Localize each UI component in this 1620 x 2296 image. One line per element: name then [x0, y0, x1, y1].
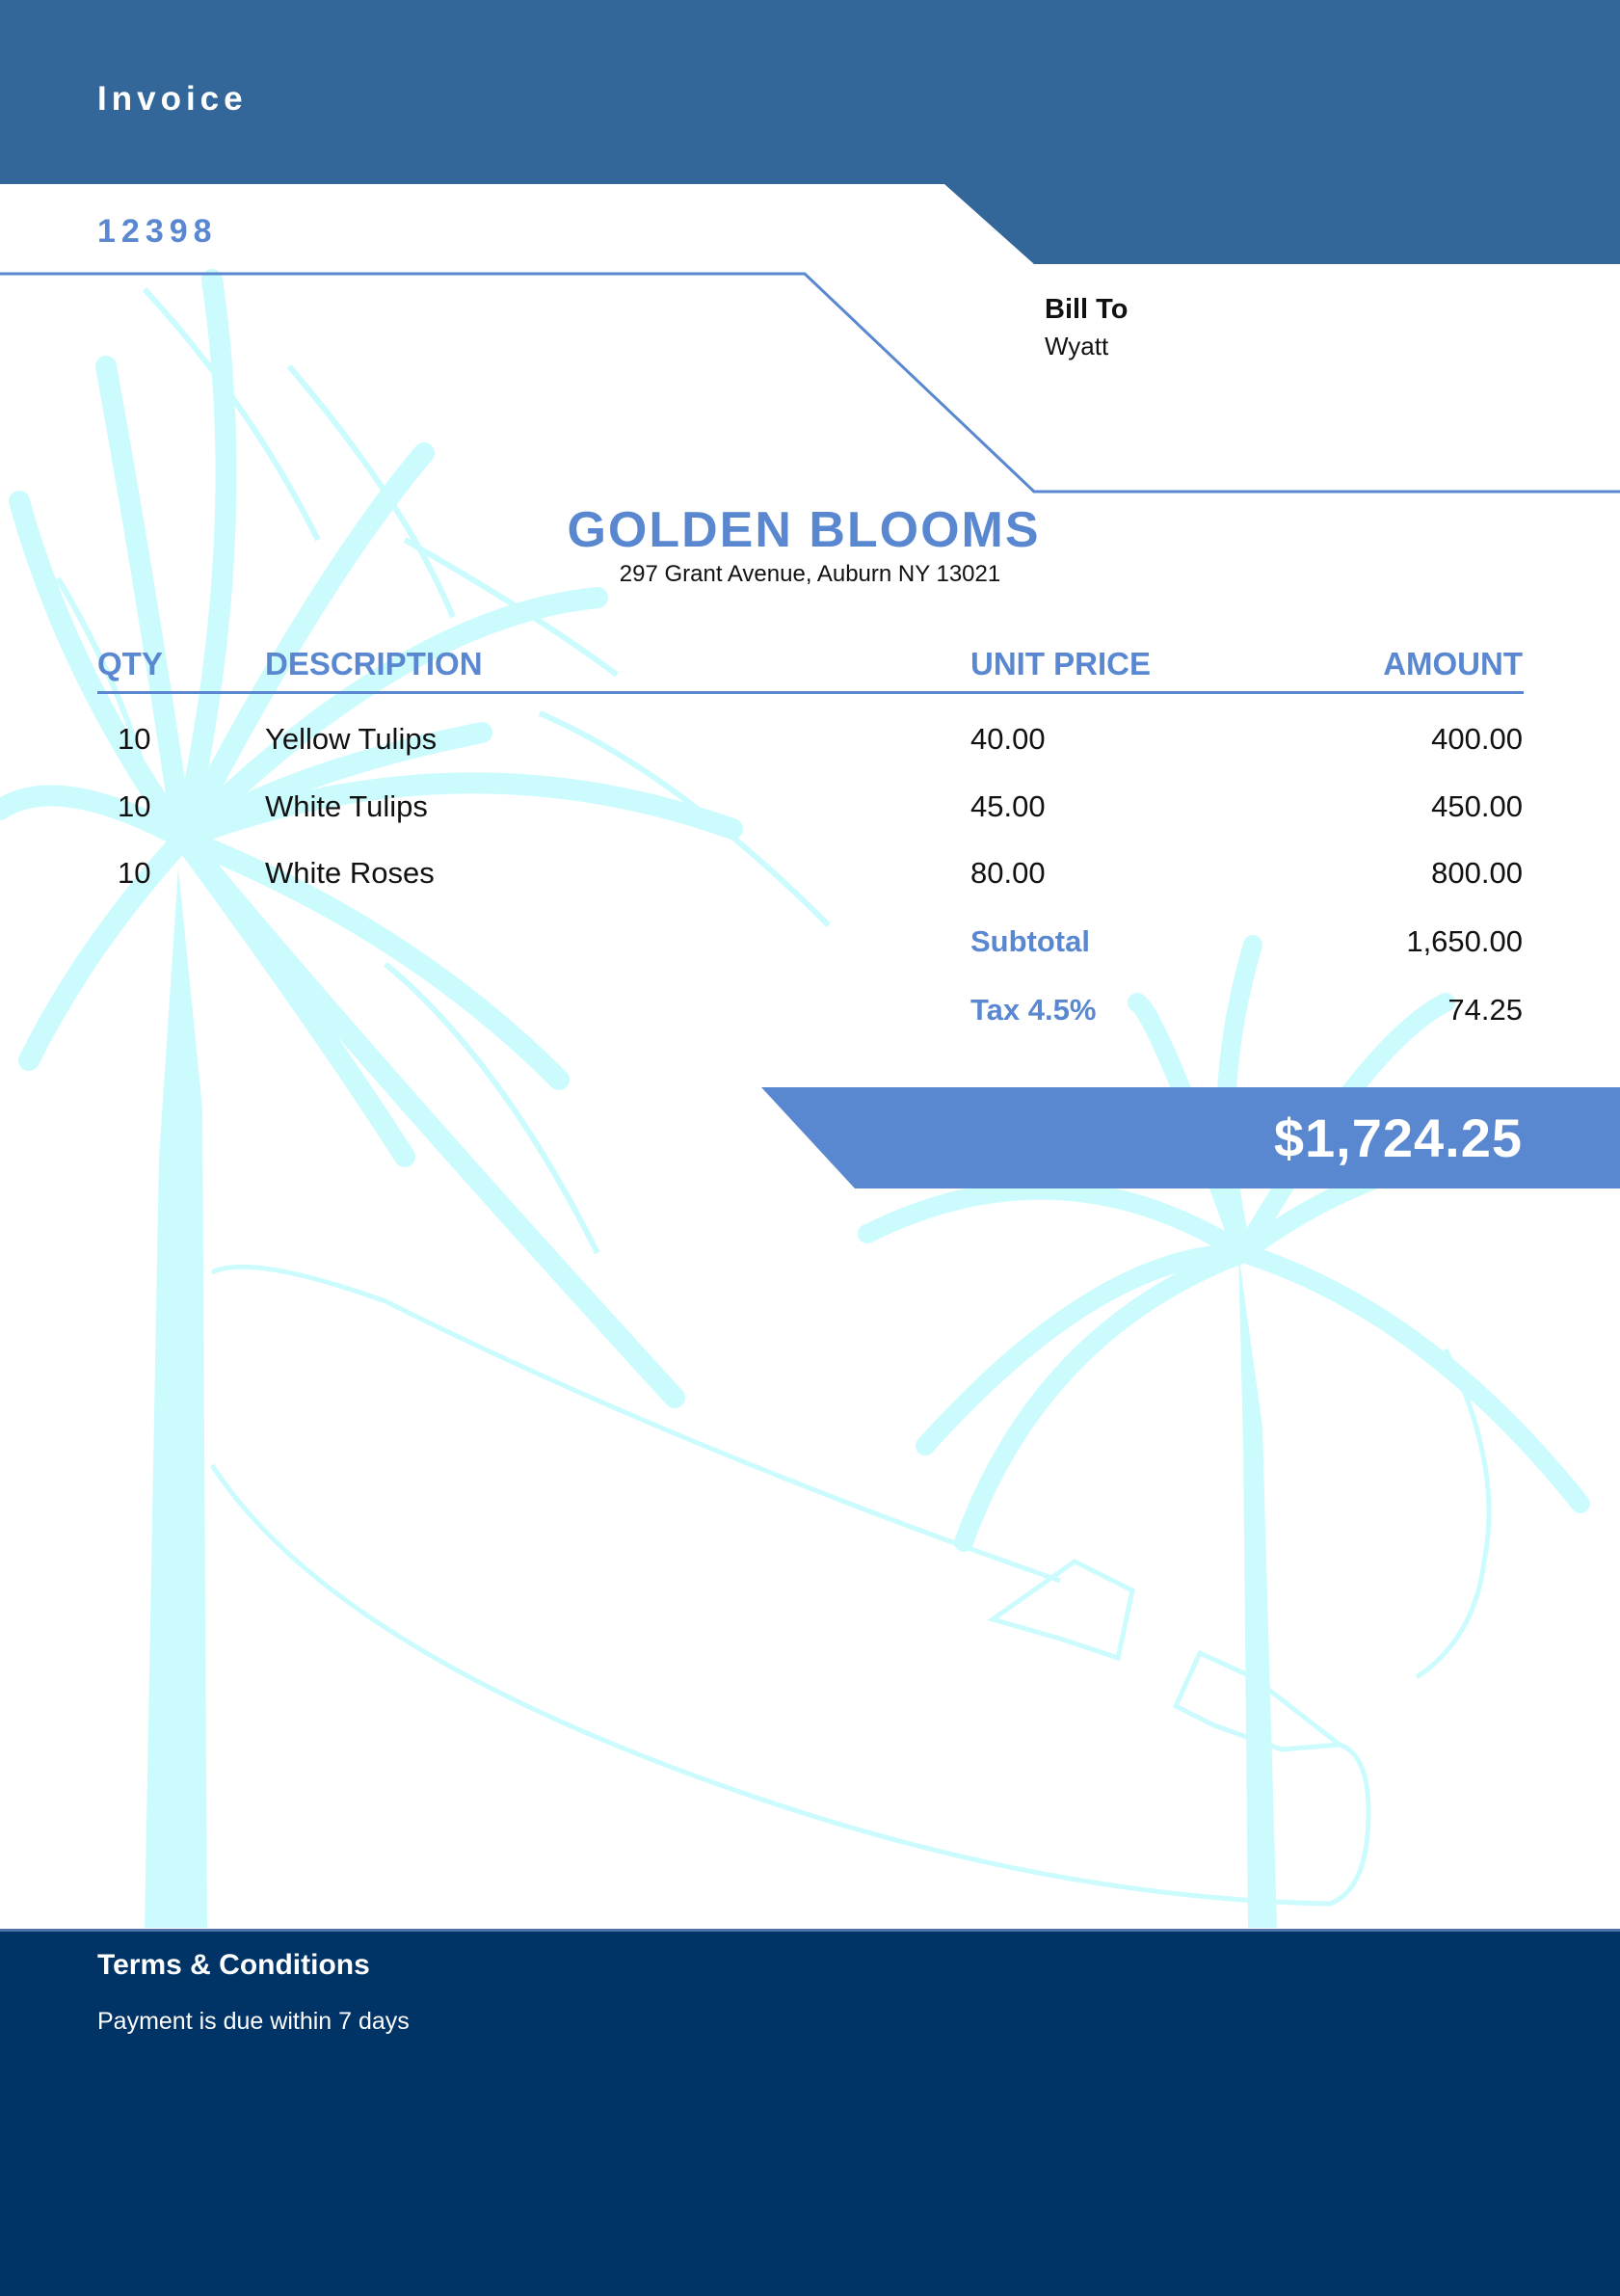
- subtotal-value: 1,650.00: [1406, 924, 1523, 958]
- row-unit-price: 40.00: [970, 722, 1046, 756]
- row-unit-price: 45.00: [970, 789, 1046, 823]
- subtotal-label: Subtotal: [970, 924, 1090, 958]
- total-amount: $1,724.25: [1273, 1108, 1523, 1168]
- terms-text: Payment is due within 7 days: [97, 2008, 410, 2035]
- company-name: GOLDEN BLOOMS: [567, 502, 1041, 558]
- row-unit-price: 80.00: [970, 856, 1046, 890]
- row-description: White Roses: [265, 856, 435, 890]
- row-description: White Tulips: [265, 789, 428, 823]
- row-description: Yellow Tulips: [265, 722, 438, 756]
- column-header-amount: AMOUNT: [1383, 646, 1523, 681]
- column-header-unit-price: UNIT PRICE: [970, 646, 1152, 681]
- company-address: 297 Grant Avenue, Auburn NY 13021: [619, 561, 1001, 587]
- header-band: [0, 0, 1620, 264]
- surfboard-outline: [209, 1264, 1492, 1907]
- row-amount: 800.00: [1431, 856, 1523, 890]
- row-qty: 10: [118, 722, 151, 756]
- row-qty: 10: [118, 789, 151, 823]
- footer-band: [0, 1929, 1620, 2296]
- bill-to-name: Wyatt: [1045, 332, 1109, 360]
- tax-label: Tax 4.5%: [970, 993, 1097, 1027]
- column-header-qty: QTY: [97, 646, 163, 681]
- row-amount: 450.00: [1431, 789, 1523, 823]
- row-amount: 400.00: [1431, 722, 1523, 756]
- row-qty: 10: [118, 856, 151, 890]
- table-header-rule: [97, 691, 1524, 694]
- column-header-description: DESCRIPTION: [265, 646, 483, 681]
- terms-heading: Terms & Conditions: [97, 1949, 370, 1981]
- tax-value: 74.25: [1447, 993, 1523, 1027]
- invoice-title: Invoice: [97, 80, 248, 118]
- header-divider-line: [0, 272, 1620, 494]
- invoice-number: 12398: [97, 213, 218, 250]
- bill-to-heading: Bill To: [1045, 294, 1129, 325]
